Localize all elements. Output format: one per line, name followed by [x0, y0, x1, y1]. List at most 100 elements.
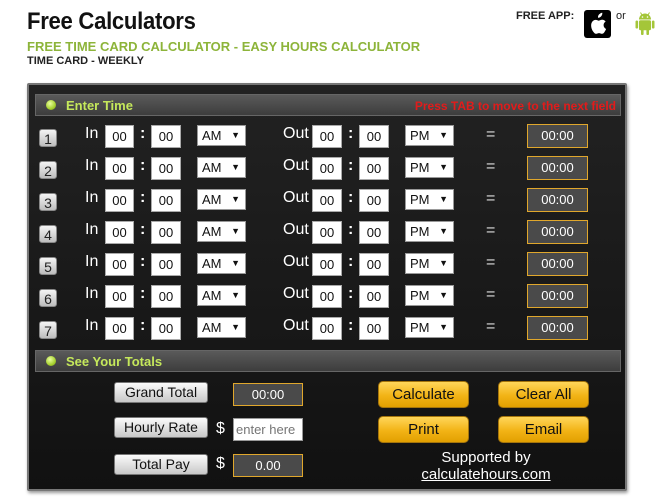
out-ampm-select[interactable]: PM ▼	[405, 317, 454, 338]
in-hour-input[interactable]: 00	[105, 285, 134, 308]
out-ampm-value: PM	[410, 192, 430, 207]
total-pay-value: 0.00	[233, 454, 303, 477]
colon-separator: :	[140, 253, 146, 270]
in-ampm-select[interactable]: AM ▼	[197, 221, 246, 242]
grand-total-value: 00:00	[233, 383, 303, 406]
colon-separator: :	[348, 253, 354, 270]
out-ampm-value: PM	[410, 320, 430, 335]
day-total: 00:00	[527, 220, 588, 244]
apple-icon	[591, 12, 607, 34]
in-label: In	[85, 253, 99, 270]
enter-time-label: Enter Time	[66, 98, 133, 113]
grand-total-button[interactable]: Grand Total	[114, 382, 208, 403]
in-label: In	[85, 317, 99, 334]
out-minute-input[interactable]: 00	[359, 189, 389, 212]
chevron-down-icon: ▼	[231, 226, 240, 236]
chevron-down-icon: ▼	[231, 290, 240, 300]
out-ampm-value: PM	[410, 224, 430, 239]
time-row: 1 In 00 : 00 AM ▼ Out 00 : 00 PM ▼ = 00:00	[29, 123, 625, 151]
in-ampm-value: AM	[202, 224, 222, 239]
out-hour-input[interactable]: 00	[312, 157, 342, 180]
in-ampm-select[interactable]: AM ▼	[197, 285, 246, 306]
in-hour-input[interactable]: 00	[105, 317, 134, 340]
out-label: Out	[283, 253, 309, 270]
out-hour-input[interactable]: 00	[312, 317, 342, 340]
out-minute-input[interactable]: 00	[359, 285, 389, 308]
out-ampm-select[interactable]: PM ▼	[405, 221, 454, 242]
hourly-rate-input[interactable]	[233, 418, 303, 441]
in-minute-input[interactable]: 00	[151, 253, 181, 276]
totals-header: See Your Totals	[35, 350, 621, 372]
in-ampm-value: AM	[202, 160, 222, 175]
in-hour-input[interactable]: 00	[105, 189, 134, 212]
apple-app-store-button[interactable]	[584, 10, 611, 38]
day-total: 00:00	[527, 284, 588, 308]
email-button[interactable]: Email	[498, 416, 589, 443]
page-subtitle: FREE TIME CARD CALCULATOR - EASY HOURS C…	[27, 39, 421, 54]
free-app-label: FREE APP:	[516, 10, 575, 22]
out-minute-input[interactable]: 00	[359, 317, 389, 340]
out-minute-input[interactable]: 00	[359, 157, 389, 180]
clear-all-button[interactable]: Clear All	[498, 381, 589, 408]
currency-symbol: $	[216, 420, 225, 437]
out-hour-input[interactable]: 00	[312, 253, 342, 276]
in-ampm-select[interactable]: AM ▼	[197, 125, 246, 146]
calculatehours-link[interactable]: calculatehours.com	[421, 466, 550, 483]
day-total: 00:00	[527, 156, 588, 180]
in-hour-input[interactable]: 00	[105, 253, 134, 276]
in-hour-input[interactable]: 00	[105, 157, 134, 180]
in-hour-input[interactable]: 00	[105, 125, 134, 148]
out-minute-input[interactable]: 00	[359, 253, 389, 276]
hourly-rate-button[interactable]: Hourly Rate	[114, 417, 208, 438]
in-ampm-select[interactable]: AM ▼	[197, 157, 246, 178]
in-hour-input[interactable]: 00	[105, 221, 134, 244]
in-minute-input[interactable]: 00	[151, 221, 181, 244]
colon-separator: :	[140, 221, 146, 238]
out-hour-input[interactable]: 00	[312, 285, 342, 308]
colon-separator: :	[348, 125, 354, 142]
in-ampm-select[interactable]: AM ▼	[197, 317, 246, 338]
in-minute-input[interactable]: 00	[151, 189, 181, 212]
out-label: Out	[283, 317, 309, 334]
colon-separator: :	[140, 317, 146, 334]
colon-separator: :	[348, 157, 354, 174]
out-ampm-select[interactable]: PM ▼	[405, 285, 454, 306]
in-minute-input[interactable]: 00	[151, 285, 181, 308]
total-pay-button[interactable]: Total Pay	[114, 454, 208, 475]
out-minute-input[interactable]: 00	[359, 221, 389, 244]
in-label: In	[85, 285, 99, 302]
out-minute-input[interactable]: 00	[359, 125, 389, 148]
in-ampm-value: AM	[202, 256, 222, 271]
print-button[interactable]: Print	[378, 416, 469, 443]
android-icon	[635, 12, 655, 35]
android-app-button[interactable]	[632, 10, 658, 38]
equals-sign: =	[486, 318, 496, 335]
chevron-down-icon: ▼	[439, 258, 448, 268]
supported-by: Supported by calculatehours.com	[421, 449, 551, 483]
out-hour-input[interactable]: 00	[312, 189, 342, 212]
in-minute-input[interactable]: 00	[151, 125, 181, 148]
in-ampm-select[interactable]: AM ▼	[197, 189, 246, 210]
chevron-down-icon: ▼	[231, 258, 240, 268]
out-ampm-select[interactable]: PM ▼	[405, 189, 454, 210]
colon-separator: :	[140, 157, 146, 174]
out-ampm-select[interactable]: PM ▼	[405, 253, 454, 274]
in-minute-input[interactable]: 00	[151, 157, 181, 180]
time-card-panel: Enter Time Press TAB to move to the next…	[27, 83, 627, 491]
colon-separator: :	[348, 285, 354, 302]
out-ampm-select[interactable]: PM ▼	[405, 125, 454, 146]
in-minute-input[interactable]: 00	[151, 317, 181, 340]
out-ampm-select[interactable]: PM ▼	[405, 157, 454, 178]
out-label: Out	[283, 125, 309, 142]
site-title[interactable]: Free Calculators	[27, 8, 196, 36]
in-ampm-select[interactable]: AM ▼	[197, 253, 246, 274]
calculate-button[interactable]: Calculate	[378, 381, 469, 408]
out-hour-input[interactable]: 00	[312, 221, 342, 244]
colon-separator: :	[140, 125, 146, 142]
colon-separator: :	[348, 221, 354, 238]
out-label: Out	[283, 189, 309, 206]
chevron-down-icon: ▼	[439, 162, 448, 172]
out-hour-input[interactable]: 00	[312, 125, 342, 148]
in-label: In	[85, 125, 99, 142]
chevron-down-icon: ▼	[439, 130, 448, 140]
